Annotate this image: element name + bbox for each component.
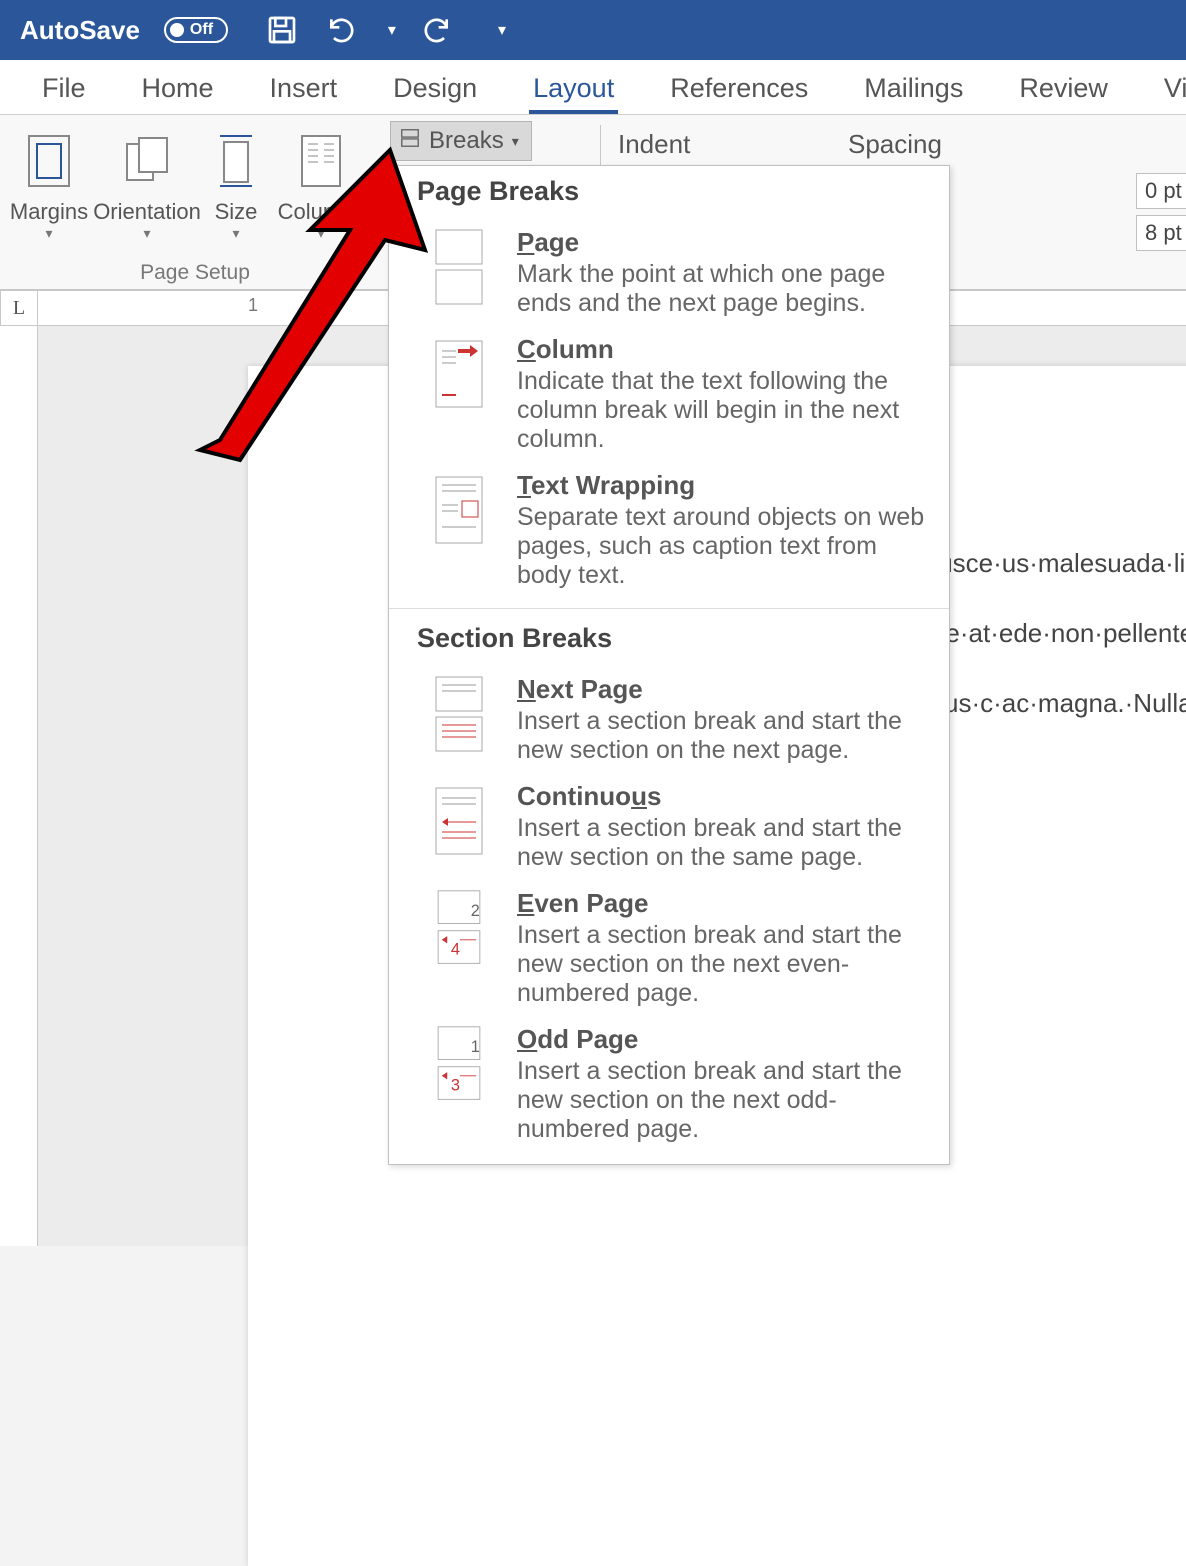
undo-icon[interactable]	[326, 14, 358, 46]
svg-text:2: 2	[471, 902, 480, 920]
spacing-after-input[interactable]: 8 pt	[1136, 215, 1186, 251]
menu-item-odd-page[interactable]: 13 Odd Page Insert a section break and s…	[389, 1016, 949, 1152]
columns-icon	[300, 131, 342, 191]
tab-layout[interactable]: Layout	[505, 73, 642, 114]
orientation-icon	[123, 131, 171, 191]
orientation-button[interactable]: Orientation ▾	[98, 125, 196, 242]
qat-customize-caret[interactable]: ▾	[498, 20, 506, 40]
continuous-icon	[429, 781, 489, 861]
autosave-toggle[interactable]: Off	[164, 17, 228, 43]
menu-separator	[389, 608, 949, 609]
menu-item-page-break[interactable]: Page Mark the point at which one page en…	[389, 219, 949, 326]
breaks-dropdown-menu: Page Breaks Page Mark the point at which…	[388, 165, 950, 1165]
tab-design[interactable]: Design	[365, 73, 505, 114]
chevron-down-icon: ▾	[232, 225, 239, 242]
spacing-before-input[interactable]: 0 pt	[1136, 173, 1186, 209]
page-breaks-header: Page Breaks	[389, 166, 949, 219]
margins-button[interactable]: Margins ▾	[0, 125, 98, 242]
tab-home[interactable]: Home	[114, 73, 242, 114]
tab-file[interactable]: File	[14, 73, 114, 114]
chevron-down-icon: ▾	[143, 225, 150, 242]
chevron-down-icon: ▾	[45, 225, 52, 242]
chevron-down-icon: ▾	[512, 133, 519, 150]
breaks-icon	[399, 127, 421, 156]
tab-review[interactable]: Review	[991, 73, 1136, 114]
tab-mailings[interactable]: Mailings	[836, 73, 991, 114]
menu-item-column-break[interactable]: Column Indicate that the text following …	[389, 326, 949, 462]
tab-references[interactable]: References	[642, 73, 836, 114]
redo-icon[interactable]	[420, 14, 452, 46]
text-wrapping-icon	[429, 470, 489, 550]
ribbon-tabs: File Home Insert Design Layout Reference…	[0, 60, 1186, 115]
section-breaks-header: Section Breaks	[389, 613, 949, 666]
size-button[interactable]: Size ▾	[196, 125, 276, 242]
tab-view[interactable]: View	[1136, 73, 1186, 114]
breaks-dropdown-button[interactable]: Breaks ▾	[390, 121, 532, 161]
odd-page-icon: 13	[429, 1024, 489, 1104]
tab-insert[interactable]: Insert	[242, 73, 366, 114]
toggle-dot	[170, 23, 184, 37]
ruler-corner-tab-selector[interactable]: L	[0, 290, 38, 326]
even-page-icon: 24	[429, 888, 489, 968]
menu-item-next-page[interactable]: Next Page Insert a section break and sta…	[389, 666, 949, 773]
page-setup-caption: Page Setup	[0, 261, 390, 285]
columns-button[interactable]: Columns ▾	[276, 125, 366, 242]
titlebar: AutoSave Off ▾ ▾	[0, 0, 1186, 60]
spacing-label: Spacing	[848, 129, 942, 160]
size-icon	[216, 131, 256, 191]
chevron-down-icon: ▾	[317, 225, 324, 242]
next-page-icon	[429, 674, 489, 754]
menu-item-text-wrapping-break[interactable]: Text Wrapping Separate text around objec…	[389, 462, 949, 598]
svg-text:1: 1	[471, 1038, 480, 1056]
autosave-state: Off	[190, 21, 213, 39]
page-break-icon	[429, 227, 489, 307]
undo-dropdown-caret[interactable]: ▾	[388, 20, 396, 40]
menu-item-continuous[interactable]: Continuous Insert a section break and st…	[389, 773, 949, 880]
vertical-ruler[interactable]	[0, 326, 38, 1246]
svg-text:4: 4	[451, 940, 460, 958]
autosave-label: AutoSave	[20, 15, 140, 46]
save-icon[interactable]	[266, 14, 298, 46]
menu-item-even-page[interactable]: 24 Even Page Insert a section break and …	[389, 880, 949, 1016]
indent-label: Indent	[618, 129, 690, 160]
column-break-icon	[429, 334, 489, 414]
margins-icon	[27, 131, 71, 191]
svg-text:3: 3	[451, 1076, 460, 1094]
